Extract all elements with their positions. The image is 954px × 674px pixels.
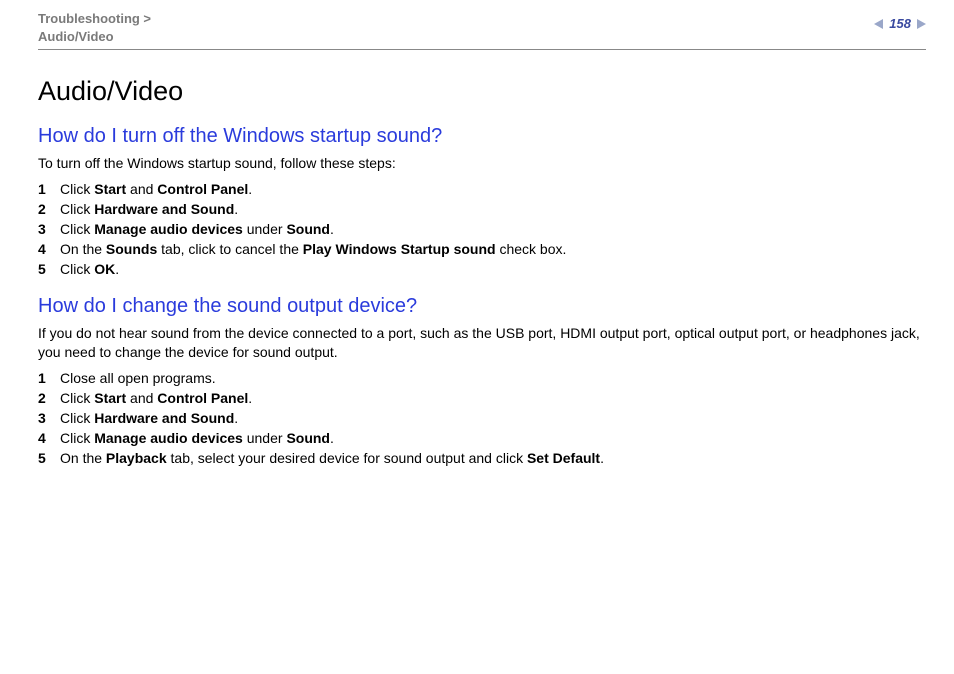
step-text: Click Start and Control Panel.: [60, 390, 252, 406]
section-intro: To turn off the Windows startup sound, f…: [38, 154, 926, 173]
step-text: On the Playback tab, select your desired…: [60, 450, 604, 466]
step-number: 4: [38, 430, 60, 446]
step-row: 4On the Sounds tab, click to cancel the …: [38, 241, 926, 257]
step-text: Click Hardware and Sound.: [60, 201, 238, 217]
step-row: 5On the Playback tab, select your desire…: [38, 450, 926, 466]
step-row: 1Click Start and Control Panel.: [38, 181, 926, 197]
section-heading: How do I turn off the Windows startup so…: [38, 125, 926, 148]
step-text: Click Hardware and Sound.: [60, 410, 238, 426]
step-row: 1Close all open programs.: [38, 370, 926, 386]
step-number: 2: [38, 390, 60, 406]
step-row: 3Click Hardware and Sound.: [38, 410, 926, 426]
step-text: Click Start and Control Panel.: [60, 181, 252, 197]
step-number: 3: [38, 410, 60, 426]
page-number: 158: [889, 16, 911, 31]
step-number: 3: [38, 221, 60, 237]
step-row: 5Click OK.: [38, 261, 926, 277]
step-number: 1: [38, 370, 60, 386]
step-text: Close all open programs.: [60, 370, 216, 386]
breadcrumb-line-2: Audio/Video: [38, 28, 151, 46]
breadcrumb: Troubleshooting > Audio/Video: [38, 10, 151, 45]
step-text: Click OK.: [60, 261, 119, 277]
step-number: 1: [38, 181, 60, 197]
step-row: 2Click Start and Control Panel.: [38, 390, 926, 406]
step-text: Click Manage audio devices under Sound.: [60, 430, 334, 446]
section-intro: If you do not hear sound from the device…: [38, 324, 926, 362]
step-number: 4: [38, 241, 60, 257]
step-text: On the Sounds tab, click to cancel the P…: [60, 241, 566, 257]
step-row: 2Click Hardware and Sound.: [38, 201, 926, 217]
section-heading: How do I change the sound output device?: [38, 295, 926, 318]
next-page-icon[interactable]: [917, 19, 926, 29]
step-row: 3Click Manage audio devices under Sound.: [38, 221, 926, 237]
page-nav: 158: [874, 16, 926, 31]
page-header: Troubleshooting > Audio/Video 158: [38, 10, 926, 50]
breadcrumb-line-1: Troubleshooting >: [38, 10, 151, 28]
step-number: 2: [38, 201, 60, 217]
prev-page-icon[interactable]: [874, 19, 883, 29]
step-number: 5: [38, 261, 60, 277]
step-text: Click Manage audio devices under Sound.: [60, 221, 334, 237]
step-number: 5: [38, 450, 60, 466]
step-row: 4Click Manage audio devices under Sound.: [38, 430, 926, 446]
page-title: Audio/Video: [38, 76, 926, 107]
